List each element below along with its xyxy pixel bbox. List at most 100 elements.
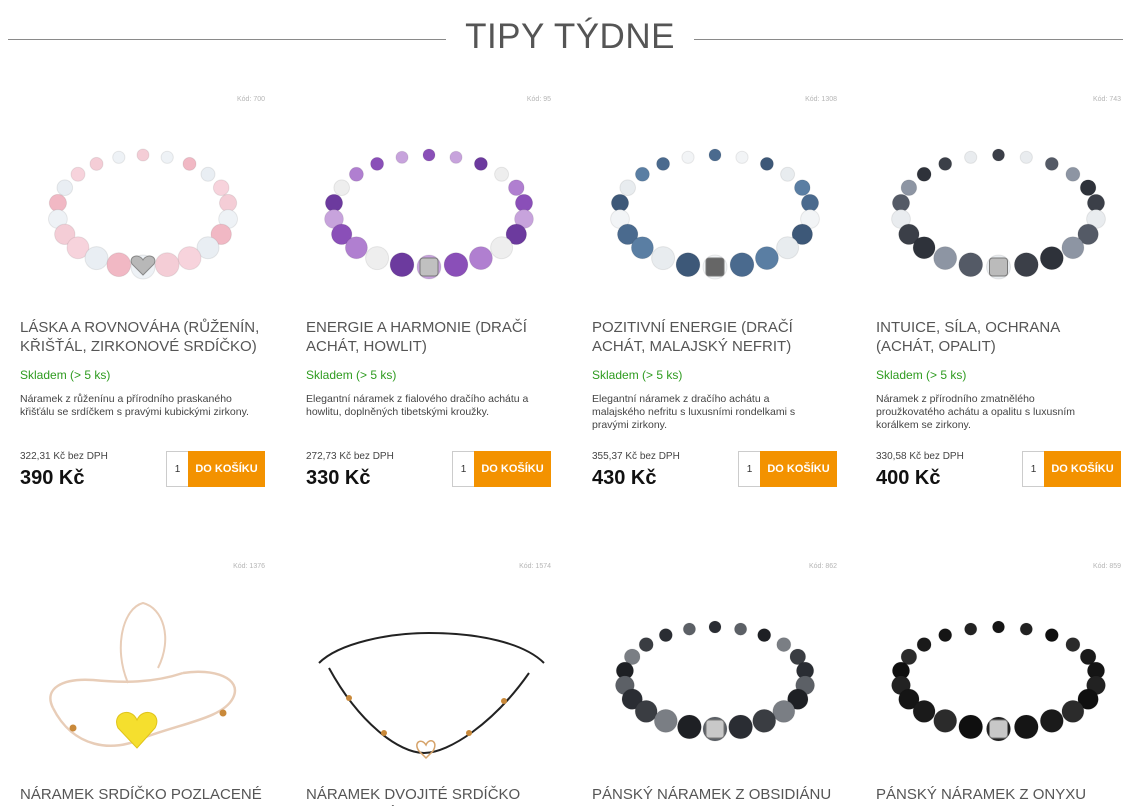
price-box: 355,37 Kč bez DPH 430 Kč DO KOŠÍKU	[592, 451, 837, 493]
add-to-cart-button[interactable]: DO KOŠÍKU	[188, 451, 265, 487]
product-title-link[interactable]: INTUICE, SÍLA, OCHRANA (ACHÁT, OPALIT)	[876, 318, 1121, 356]
bead	[1065, 637, 1081, 653]
bead	[177, 246, 201, 271]
bead	[394, 150, 409, 164]
bead	[676, 714, 702, 740]
product-title-link[interactable]: NÁRAMEK SRDÍČKO POZLACENÉ	[20, 785, 265, 804]
bead	[682, 622, 696, 636]
product-description: Elegantní náramek z fialového dračího ac…	[306, 393, 529, 418]
stock-status: Skladem (> 5 ks)	[306, 368, 397, 382]
bead	[759, 156, 774, 171]
bead	[136, 148, 149, 162]
bead	[332, 179, 350, 197]
metal-spacer	[989, 719, 1008, 739]
bead	[992, 148, 1005, 162]
price-box: 322,31 Kč bez DPH 390 Kč DO KOŠÍKU	[20, 451, 265, 493]
bead	[675, 252, 700, 278]
bead	[1086, 193, 1106, 213]
product-title-link[interactable]: PÁNSKÝ NÁRAMEK Z ONYXU	[876, 785, 1121, 804]
price-without-vat: 330,58 Kč bez DPH	[876, 451, 964, 462]
product-code: Kód: 1308	[805, 96, 837, 103]
bead	[618, 179, 636, 197]
bead	[1013, 252, 1039, 278]
product-image[interactable]	[306, 583, 551, 773]
product-title-link[interactable]: POZITIVNÍ ENERGIE (DRAČÍ ACHÁT, MALAJSKÝ…	[592, 318, 837, 356]
bead	[348, 166, 364, 182]
product-title-link[interactable]: NÁRAMEK DVOJITÉ SRDÍČKO POZLACENÉ	[306, 785, 551, 806]
bead	[369, 156, 384, 171]
product-description: Náramek z přírodního zmatnělého proužkov…	[876, 393, 1076, 431]
price-without-vat: 272,73 Kč bez DPH	[306, 451, 394, 462]
header-divider-right	[694, 39, 1123, 40]
product-image[interactable]	[876, 116, 1121, 306]
product-title-link[interactable]: PÁNSKÝ NÁRAMEK Z OBSIDIÁNU	[592, 785, 837, 804]
product-code: Kód: 859	[1092, 563, 1121, 570]
bead	[507, 179, 525, 197]
bead	[200, 166, 215, 182]
bead	[1079, 179, 1097, 197]
price: 400 Kč	[876, 467, 941, 489]
quantity-input[interactable]	[452, 451, 474, 487]
price: 430 Kč	[592, 467, 657, 489]
product-code: Kód: 95	[526, 96, 551, 103]
add-to-cart-button[interactable]: DO KOŠÍKU	[760, 451, 837, 487]
bead	[70, 166, 85, 182]
add-to-cart-button[interactable]: DO KOŠÍKU	[1044, 451, 1121, 487]
bead	[212, 179, 229, 197]
bead	[891, 193, 911, 213]
product-image[interactable]	[876, 583, 1121, 773]
price-without-vat: 355,37 Kč bez DPH	[592, 451, 680, 462]
bead	[916, 637, 932, 653]
bead	[473, 156, 488, 171]
quantity-input[interactable]	[166, 451, 188, 487]
bead	[992, 620, 1005, 634]
product-title-link[interactable]: ENERGIE A HARMONIE (DRAČÍ ACHÁT, HOWLIT)	[306, 318, 551, 356]
bead	[324, 193, 343, 213]
quantity-input[interactable]	[738, 451, 760, 487]
bead	[493, 166, 509, 182]
bead	[1039, 708, 1064, 733]
product-image[interactable]	[592, 116, 837, 306]
bead	[933, 246, 958, 271]
bead	[514, 193, 533, 213]
bead	[55, 179, 73, 197]
product-image[interactable]	[20, 583, 265, 773]
product-title-link[interactable]: LÁSKA A ROVNOVÁHA (RŮŽENÍN, KŘIŠŤÁL, ZIR…	[20, 318, 265, 356]
stock-status: Skladem (> 5 ks)	[592, 368, 683, 382]
bead	[734, 150, 749, 164]
metal-spacer	[419, 257, 438, 277]
bead	[422, 148, 435, 162]
bead	[84, 246, 108, 271]
bead	[364, 246, 389, 271]
bead	[89, 156, 103, 171]
product-image[interactable]	[306, 116, 551, 306]
bead	[900, 179, 918, 197]
product-image[interactable]	[592, 583, 837, 773]
bead	[610, 193, 629, 213]
bead	[754, 246, 779, 271]
metal-spacer	[705, 719, 724, 739]
bead	[912, 699, 936, 723]
stock-status: Skladem (> 5 ks)	[876, 368, 967, 382]
price: 330 Kč	[306, 467, 371, 489]
bead	[708, 620, 721, 634]
add-to-cart-button[interactable]: DO KOŠÍKU	[474, 451, 551, 487]
product-description: Elegantní náramek z dračího achátu a mal…	[592, 393, 796, 431]
bead	[751, 708, 776, 733]
bead	[634, 699, 658, 723]
bead	[160, 150, 174, 164]
bead	[933, 708, 958, 733]
bead	[680, 150, 695, 164]
price-without-vat: 322,31 Kč bez DPH	[20, 451, 108, 462]
bead	[938, 156, 953, 171]
bead	[638, 637, 654, 653]
bead	[1019, 150, 1033, 164]
bead	[653, 708, 678, 733]
striped-agate-bracelet-icon	[891, 148, 1106, 280]
quantity-input[interactable]	[1022, 451, 1044, 487]
product-image[interactable]	[20, 116, 265, 306]
bead	[218, 193, 237, 213]
bead	[1013, 714, 1039, 740]
bead	[1061, 236, 1085, 260]
bead	[448, 150, 463, 164]
